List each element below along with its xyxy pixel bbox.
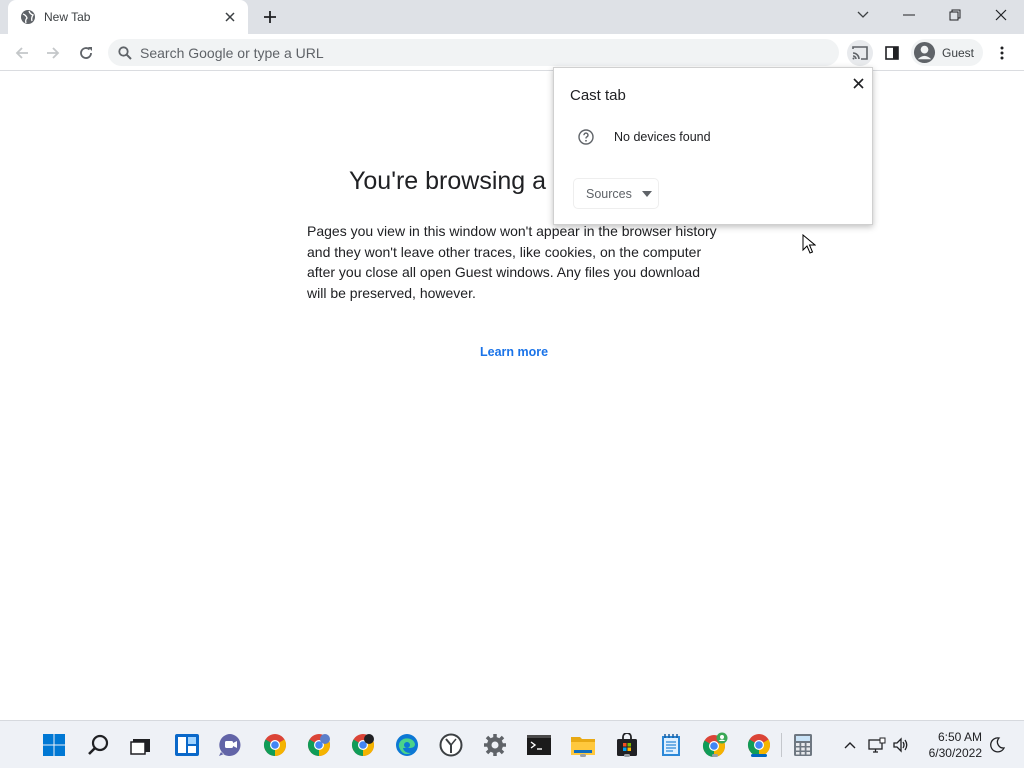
- forward-button[interactable]: [40, 40, 66, 66]
- taskbar-chrome-active[interactable]: [745, 731, 773, 759]
- tab-new-tab[interactable]: New Tab: [8, 0, 248, 34]
- running-indicator: [624, 754, 630, 757]
- tab-strip: New Tab: [0, 0, 1024, 34]
- plus-icon: [264, 11, 276, 23]
- chrome-profile-icon: [308, 734, 330, 756]
- cast-button[interactable]: [847, 40, 873, 66]
- running-indicator: [580, 754, 586, 757]
- close-icon: [995, 9, 1007, 21]
- clock-date: 6/30/2022: [928, 746, 982, 760]
- night-mode-icon: [990, 737, 1005, 753]
- reload-icon: [80, 47, 92, 59]
- chevron-down-icon: [857, 11, 869, 18]
- night-light-button[interactable]: [987, 735, 1007, 755]
- close-tab-icon[interactable]: [222, 9, 238, 25]
- address-input[interactable]: [140, 44, 820, 61]
- new-tab-button[interactable]: [259, 6, 281, 28]
- minimize-button[interactable]: [886, 0, 932, 30]
- active-indicator: [751, 754, 767, 757]
- restore-icon: [949, 9, 961, 21]
- chat-button[interactable]: [216, 731, 244, 759]
- help-icon: [578, 129, 594, 145]
- avatar-icon: [913, 41, 936, 64]
- taskbar-store[interactable]: [613, 731, 641, 759]
- close-icon: [852, 77, 864, 89]
- profile-button[interactable]: Guest: [911, 39, 983, 66]
- taskbar-chrome-profile-2[interactable]: [349, 731, 377, 759]
- search-icon: [88, 734, 109, 755]
- arrow-right-icon: [47, 47, 60, 59]
- side-panel-button[interactable]: [879, 40, 905, 66]
- cast-dialog-close-button[interactable]: [849, 74, 867, 92]
- show-hidden-icons-button[interactable]: [840, 735, 860, 755]
- guest-description: Pages you view in this window won't appe…: [307, 223, 717, 301]
- widgets-button[interactable]: [173, 731, 201, 759]
- edge-icon: [396, 734, 418, 756]
- taskbar-chrome-profile-1[interactable]: [305, 731, 333, 759]
- network-icon: [868, 737, 886, 753]
- restore-button[interactable]: [932, 0, 978, 30]
- teams-chat-icon: [219, 734, 241, 756]
- reload-button[interactable]: [73, 40, 99, 66]
- taskbar-terminal[interactable]: [525, 731, 553, 759]
- volume-icon: [893, 737, 908, 753]
- taskbar-chrome-guest[interactable]: [701, 731, 729, 759]
- taskbar: 6:50 AM 6/30/2022: [0, 720, 1024, 768]
- back-button[interactable]: [9, 40, 35, 66]
- cast-dialog: Cast tab No devices found Sources: [553, 67, 873, 225]
- sources-label: Sources: [586, 186, 632, 201]
- taskbar-settings[interactable]: [481, 731, 509, 759]
- chrome-profile-icon: [352, 734, 374, 756]
- taskbar-notepad[interactable]: [657, 731, 685, 759]
- taskbar-clock[interactable]: 6:50 AM 6/30/2022: [918, 729, 982, 761]
- taskbar-calculator[interactable]: [789, 731, 817, 759]
- dropdown-arrow-icon: [641, 190, 652, 197]
- terminal-icon: [527, 735, 551, 755]
- taskbar-file-explorer[interactable]: [569, 731, 597, 759]
- taskbar-edge[interactable]: [393, 731, 421, 759]
- taskbar-clock-app[interactable]: [437, 731, 465, 759]
- tab-title: New Tab: [44, 10, 91, 24]
- settings-icon: [484, 734, 506, 756]
- close-window-button[interactable]: [978, 0, 1024, 30]
- task-view-icon: [130, 739, 150, 755]
- address-bar[interactable]: [108, 39, 839, 66]
- globe-icon: [21, 10, 35, 24]
- sources-dropdown[interactable]: Sources: [574, 179, 658, 208]
- clock-app-icon: [439, 733, 463, 757]
- side-panel-icon: [885, 46, 899, 60]
- profile-label: Guest: [942, 45, 975, 60]
- tab-search-button[interactable]: [840, 0, 886, 30]
- cast-icon: [852, 46, 868, 60]
- no-devices-text: No devices found: [614, 130, 711, 144]
- start-button[interactable]: [40, 731, 68, 759]
- taskbar-search-button[interactable]: [85, 731, 113, 759]
- browser-toolbar: Guest: [0, 34, 1024, 71]
- windows-start-icon: [43, 734, 65, 756]
- learn-more-link[interactable]: Learn more: [480, 345, 548, 359]
- task-view-button[interactable]: [127, 731, 155, 759]
- network-button[interactable]: [867, 735, 887, 755]
- taskbar-divider: [781, 733, 782, 757]
- page-title: You're browsing a: [349, 167, 547, 195]
- mouse-cursor-icon: [802, 234, 816, 254]
- minimize-icon: [903, 14, 915, 16]
- volume-button[interactable]: [891, 735, 911, 755]
- clock-time: 6:50 AM: [937, 730, 982, 744]
- arrow-left-icon: [15, 47, 28, 59]
- more-vert-icon: [1000, 46, 1004, 60]
- search-icon: [118, 45, 132, 60]
- file-explorer-icon: [571, 737, 595, 755]
- taskbar-chrome[interactable]: [261, 731, 289, 759]
- menu-button[interactable]: [989, 40, 1015, 66]
- calculator-icon: [794, 734, 812, 756]
- cast-dialog-title: Cast tab: [570, 87, 626, 104]
- chrome-icon: [264, 734, 286, 756]
- notepad-icon: [662, 734, 680, 756]
- chevron-up-icon: [844, 742, 856, 749]
- widgets-icon: [175, 734, 199, 756]
- running-indicator: [712, 754, 718, 757]
